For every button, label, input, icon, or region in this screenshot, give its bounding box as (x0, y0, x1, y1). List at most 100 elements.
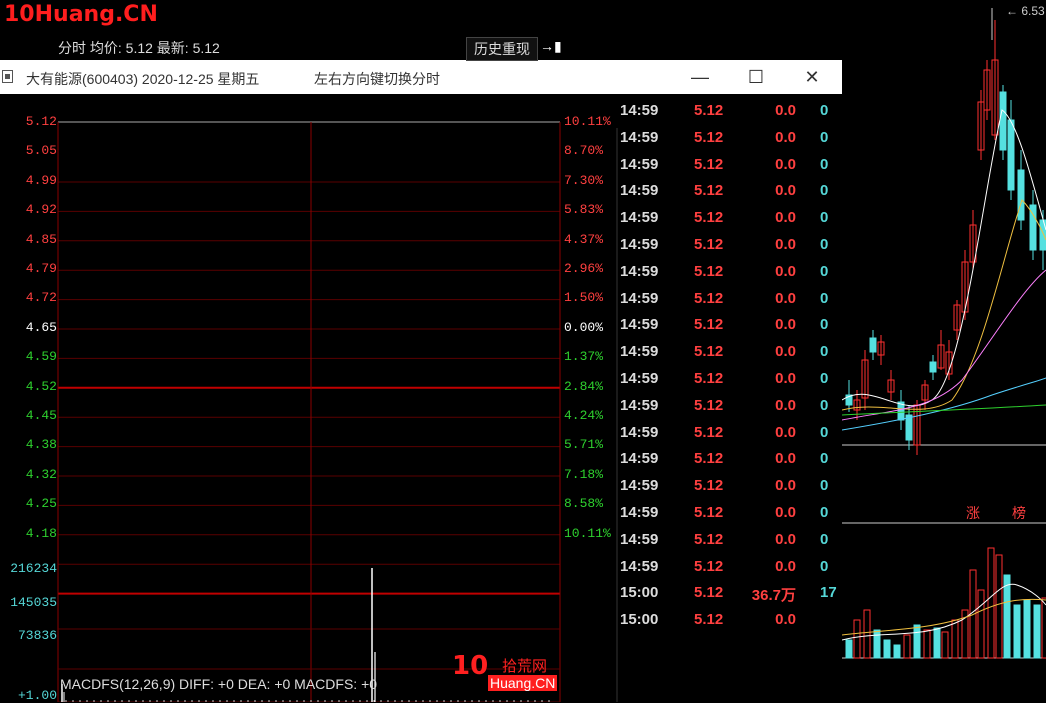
trade-count: 0 (820, 209, 829, 227)
kline-volume-bars (842, 547, 1046, 659)
kline-ma-lines (842, 109, 1046, 431)
trade-price: 5.12 (694, 584, 724, 602)
trade-time: 14:59 (620, 530, 659, 548)
kline-volume-bar (1013, 604, 1021, 659)
trade-price: 5.12 (694, 209, 724, 227)
trade-count: 0 (820, 423, 829, 441)
price-tick: 4.85 (25, 231, 57, 247)
price-tick: 4.72 (25, 290, 57, 306)
trade-price: 5.12 (694, 477, 724, 495)
trade-count: 0 (820, 155, 829, 173)
app-icon (2, 70, 13, 83)
kline-volume-bar (941, 631, 949, 659)
percent-tick: 7.18% (564, 466, 604, 482)
window-titlebar[interactable]: 大有能源(600403) 2020-12-25 星期五 左右方向键切换分时 — … (0, 60, 842, 94)
trade-count: 0 (820, 396, 829, 414)
trade-time: 14:59 (620, 557, 659, 575)
trade-volume: 0.0 (775, 209, 796, 227)
price-tick: 4.45 (25, 408, 57, 423)
trade-count: 0 (820, 182, 829, 200)
kline-volume-bar (845, 639, 853, 659)
kline-volume-bar (883, 639, 891, 659)
trade-count: 0 (820, 530, 829, 548)
maximize-button[interactable]: ☐ (736, 66, 776, 88)
price-tick: 4.65 (25, 319, 57, 335)
trade-price: 5.12 (694, 611, 724, 629)
kline-candles (845, 20, 1046, 455)
trade-volume: 0.0 (775, 450, 796, 468)
watermark-logo: 10 拾荒网 Huang.CN (452, 651, 558, 691)
minimize-button[interactable]: — (680, 66, 720, 88)
trade-volume: 0.0 (775, 182, 796, 200)
window-title: 大有能源(600403) 2020-12-25 星期五 (26, 71, 260, 87)
trade-count: 0 (820, 450, 829, 468)
trade-count: 0 (820, 289, 829, 307)
percent-tick: 2.96% (564, 261, 604, 276)
trade-price: 5.12 (694, 423, 724, 441)
percent-tick: 1.50% (564, 290, 604, 306)
trade-price: 5.12 (694, 262, 724, 280)
trade-price: 5.12 (694, 236, 724, 253)
trade-price: 5.12 (694, 343, 724, 361)
trade-volume: 0.0 (775, 530, 796, 548)
zhang-label[interactable]: 涨 (966, 503, 980, 523)
trade-price: 5.12 (694, 530, 724, 548)
kline-chart (842, 8, 1046, 659)
price-tick: 4.18 (25, 525, 57, 541)
history-replay-button[interactable]: 历史重现 (466, 37, 538, 61)
chart-header: 分时 均价: 5.12 最新: 5.12 (58, 40, 220, 56)
trade-volume: 0.0 (775, 236, 796, 253)
price-tick: 4.38 (25, 437, 57, 453)
trade-price: 5.12 (694, 370, 724, 387)
price-tick: 5.12 (25, 114, 57, 129)
kline-candle (905, 414, 913, 441)
bang-label[interactable]: 榜 (1012, 503, 1026, 523)
kline-candle (1017, 169, 1025, 221)
price-tick: 4.79 (25, 261, 57, 276)
trade-price: 5.12 (694, 289, 724, 307)
kline-volume-bar (903, 634, 911, 659)
watermark-en: Huang.CN (488, 675, 558, 691)
volume-tick: 145035 (10, 595, 57, 610)
kline-volume-bar (923, 629, 931, 659)
trade-time: 15:00 (620, 611, 659, 629)
kline-volume-bar (893, 644, 901, 659)
kline-volume-bar (853, 619, 861, 659)
trade-price: 5.12 (694, 182, 724, 200)
percent-tick: 0.00% (564, 319, 604, 335)
trade-volume: 0.0 (775, 423, 796, 441)
percent-tick: 4.37% (564, 231, 604, 247)
trade-price: 5.12 (694, 316, 724, 334)
kline-candle (869, 337, 877, 353)
trade-time: 14:59 (620, 262, 659, 280)
kline-volume-bar (1041, 597, 1046, 659)
price-tick: 4.99 (25, 172, 57, 188)
percent-tick: 4.24% (564, 408, 604, 423)
kline-ma-line (842, 404, 1046, 416)
percent-tick: 5.71% (564, 437, 604, 453)
trade-time: 14:59 (620, 316, 659, 334)
trade-count: 0 (820, 262, 829, 280)
trade-time: 14:59 (620, 423, 659, 441)
trade-price: 5.12 (694, 155, 724, 173)
trade-time: 14:59 (620, 477, 659, 495)
trade-time: 14:59 (620, 102, 659, 119)
price-tick: 4.25 (25, 496, 57, 512)
percent-tick: 2.84% (564, 378, 604, 394)
window-hint: 左右方向键切换分时 (314, 71, 440, 87)
trade-volume: 0.0 (775, 370, 796, 387)
close-button[interactable]: ✕ (792, 66, 832, 88)
kline-volume-bar (873, 629, 881, 659)
percent-tick: 10.11% (564, 525, 611, 541)
trade-count: 0 (820, 504, 829, 521)
kline-volume-bar (995, 554, 1003, 659)
price-grid (57, 121, 618, 702)
trade-time: 15:00 (620, 584, 659, 602)
trade-time: 14:59 (620, 289, 659, 307)
trade-count: 0 (820, 316, 829, 334)
expand-arrow-icon[interactable]: →▮ (540, 38, 562, 55)
percent-tick: 8.58% (564, 496, 604, 512)
trade-price: 5.12 (694, 557, 724, 575)
trade-time: 14:59 (620, 236, 659, 253)
trade-count: 17 (820, 584, 837, 602)
